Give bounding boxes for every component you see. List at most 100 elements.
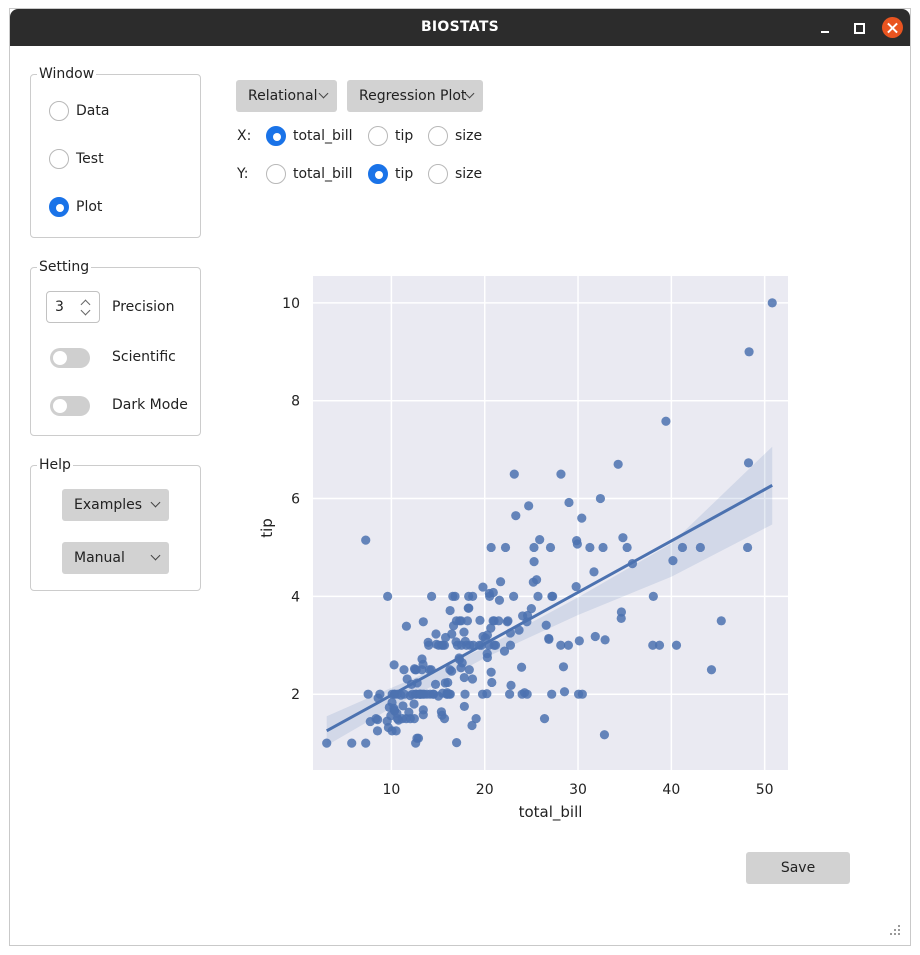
window-option-test[interactable]: Test: [49, 149, 104, 169]
y-option-total-bill[interactable]: total_bill: [266, 164, 353, 184]
data-point: [468, 591, 478, 601]
data-point: [500, 542, 511, 553]
radio-test[interactable]: [49, 149, 69, 169]
data-point: [590, 631, 600, 642]
data-point: [459, 701, 469, 712]
save-button[interactable]: Save: [746, 852, 850, 884]
data-point: [622, 542, 632, 553]
radio-x-tip[interactable]: [368, 126, 388, 146]
data-point: [450, 591, 460, 601]
radio-x-size[interactable]: [428, 126, 448, 146]
data-point: [654, 640, 665, 650]
data-point: [564, 497, 574, 508]
y-option-tip[interactable]: tip: [368, 164, 413, 184]
data-point: [548, 591, 558, 601]
data-point: [445, 689, 455, 699]
radio-x-total-bill[interactable]: [266, 126, 286, 146]
spin-arrows: [77, 292, 99, 322]
plot-type-dropdown[interactable]: Regression Plot: [347, 80, 483, 112]
window-option-plot[interactable]: Plot: [49, 197, 102, 217]
radio-data[interactable]: [49, 101, 69, 121]
data-point: [488, 587, 498, 598]
data-point: [462, 616, 473, 626]
window-option-label: Test: [76, 151, 104, 167]
data-point: [418, 705, 428, 715]
data-point: [391, 726, 401, 736]
close-icon[interactable]: [882, 17, 903, 38]
radio-y-tip[interactable]: [368, 164, 388, 184]
data-point: [616, 607, 627, 617]
chevron-down-icon: [150, 550, 161, 561]
data-point: [495, 577, 506, 587]
chevron-down-icon[interactable]: [80, 305, 91, 316]
x-tick-label: 40: [662, 782, 680, 798]
data-point: [503, 616, 513, 626]
data-point: [347, 738, 357, 748]
data-point: [539, 714, 550, 724]
data-point: [574, 636, 584, 646]
data-point: [389, 660, 399, 670]
x-option-label: tip: [395, 128, 414, 144]
resize-grip-icon[interactable]: [888, 925, 902, 939]
x-tick-label: 30: [569, 782, 587, 798]
data-point: [585, 542, 595, 553]
x-tick-label: 20: [476, 782, 494, 798]
data-point: [409, 714, 419, 724]
x-axis-label: X:: [237, 128, 252, 144]
y-tick-label: 10: [282, 296, 300, 312]
data-point: [439, 714, 450, 724]
data-point: [595, 493, 606, 504]
window-option-label: Plot: [76, 199, 103, 215]
y-option-label: tip: [395, 166, 414, 182]
data-point: [545, 542, 556, 553]
data-point: [467, 674, 478, 684]
x-option-label: size: [455, 128, 483, 144]
category-dropdown[interactable]: Relational: [236, 80, 337, 112]
x-option-tip[interactable]: tip: [368, 126, 413, 146]
radio-y-total-bill[interactable]: [266, 164, 286, 184]
radio-plot[interactable]: [49, 197, 69, 217]
data-point: [447, 629, 457, 639]
window-option-data[interactable]: Data: [49, 101, 109, 121]
data-point: [494, 595, 505, 605]
data-point: [541, 620, 551, 630]
data-point: [443, 677, 453, 688]
chevron-down-icon: [318, 88, 329, 99]
data-point: [383, 591, 393, 601]
scientific-toggle[interactable]: [50, 348, 90, 368]
radio-y-size[interactable]: [428, 164, 448, 184]
setting-group-label: Setting: [37, 259, 92, 275]
data-point: [446, 666, 457, 676]
data-point: [361, 535, 371, 545]
precision-spinbox[interactable]: 3: [46, 291, 100, 323]
data-point: [558, 662, 569, 672]
data-point: [571, 581, 581, 592]
title-bar[interactable]: BIOSTATS: [10, 9, 910, 46]
y-tick-label: 4: [291, 589, 300, 605]
data-point: [743, 458, 754, 468]
data-point: [556, 469, 566, 479]
data-point: [767, 298, 777, 308]
examples-dropdown[interactable]: Examples: [62, 489, 169, 521]
x-option-total-bill[interactable]: total_bill: [266, 126, 353, 146]
x-tick-label: 50: [756, 782, 774, 798]
data-point: [533, 591, 543, 601]
data-point: [372, 715, 383, 725]
data-point: [459, 672, 469, 683]
manual-dropdown[interactable]: Manual: [62, 542, 169, 574]
data-point: [505, 689, 515, 699]
data-point: [531, 575, 542, 585]
data-point: [618, 533, 628, 543]
y-tick-label: 6: [291, 492, 300, 508]
data-point: [661, 416, 671, 426]
minimize-icon[interactable]: [814, 17, 836, 39]
maximize-icon[interactable]: [848, 17, 870, 39]
y-option-size[interactable]: size: [428, 164, 482, 184]
x-option-size[interactable]: size: [428, 126, 482, 146]
dark-mode-toggle[interactable]: [50, 396, 90, 416]
data-point: [599, 730, 610, 740]
window-group-label: Window: [37, 66, 97, 82]
data-point: [431, 629, 441, 639]
y-tick-label: 2: [291, 687, 300, 703]
x-option-label: total_bill: [293, 128, 353, 144]
